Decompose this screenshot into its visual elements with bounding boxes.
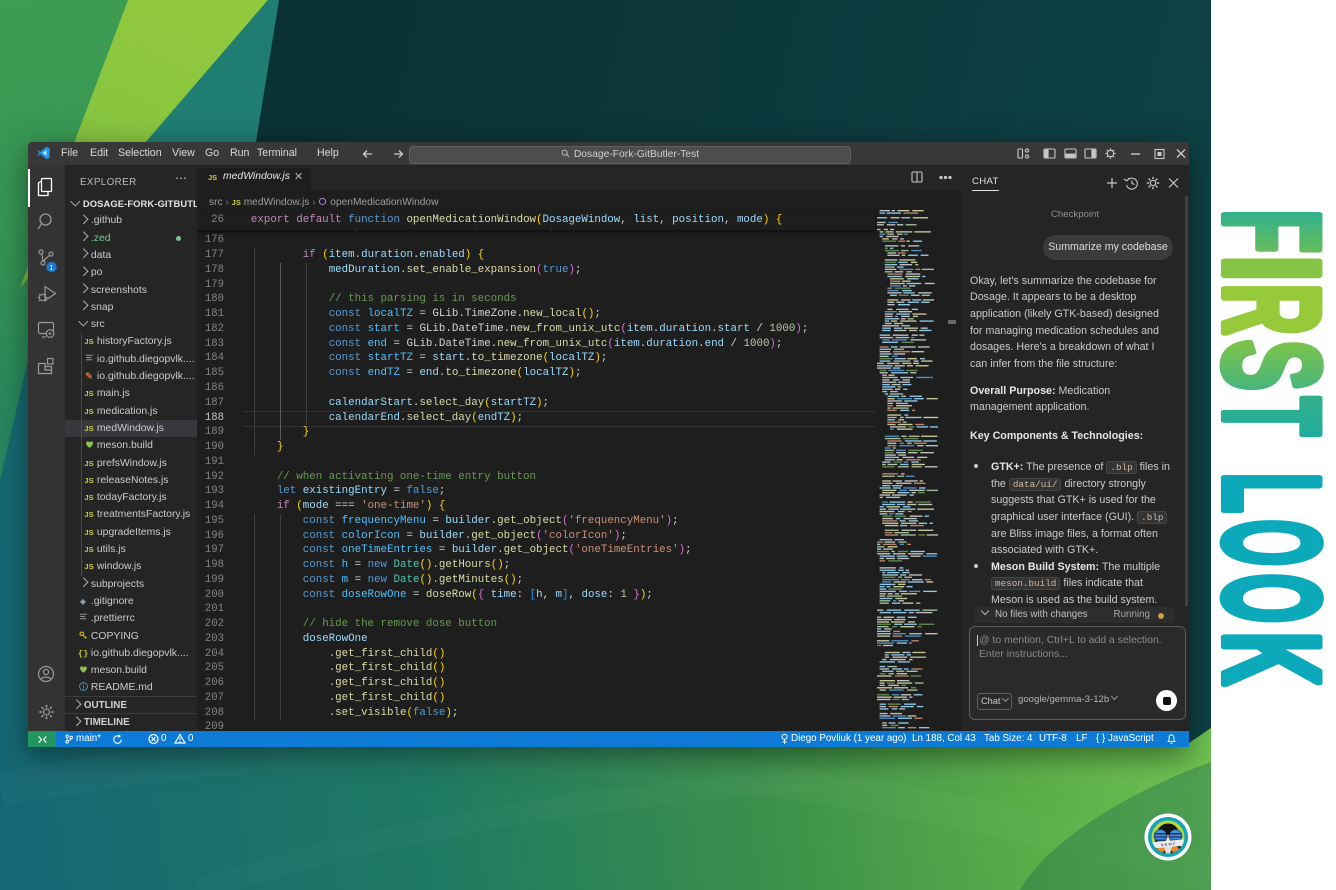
svg-text:I: I [1211,255,1336,282]
svg-text:S: S [1211,340,1336,391]
svg-text:F: F [1211,209,1336,253]
svg-text:O: O [1211,574,1336,624]
svg-text:1: 1 [49,263,53,272]
svg-text:K: K [1211,632,1336,686]
svg-text:R: R [1211,284,1336,336]
svg-text:O: O [1211,519,1336,566]
svg-text:L: L [1211,473,1336,514]
svg-text:T: T [1211,397,1336,436]
